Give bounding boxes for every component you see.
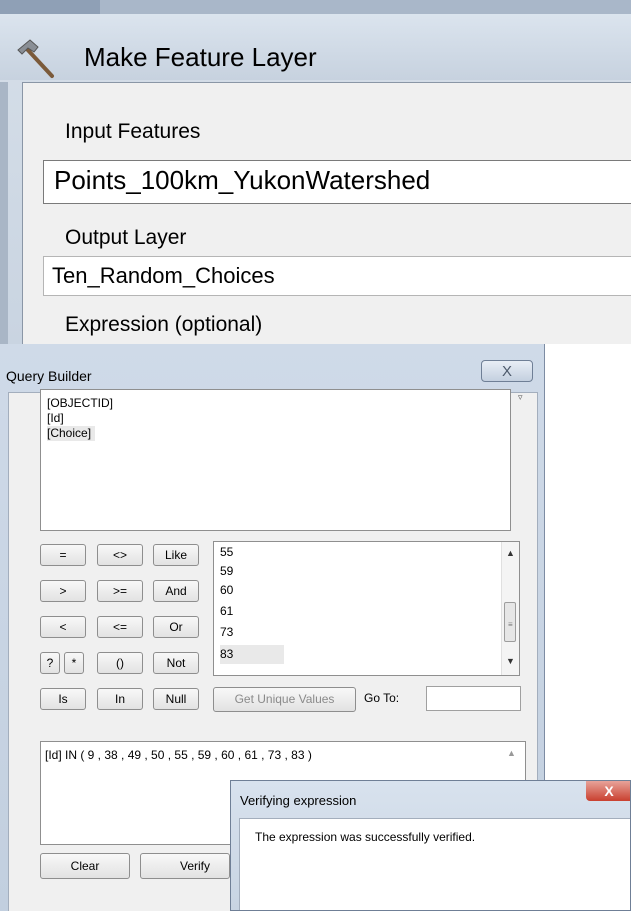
close-button[interactable]: X — [586, 781, 630, 801]
greater-equal-button[interactable]: >= — [97, 580, 143, 602]
field-item-selected[interactable]: [Choice] — [47, 426, 96, 441]
scroll-up-icon[interactable]: ▲ — [507, 748, 516, 758]
input-features-field[interactable]: Points_100km_YukonWatershed — [43, 160, 631, 204]
dialog-title: Query Builder — [6, 368, 92, 384]
question-mark-button[interactable]: ? — [40, 652, 60, 674]
is-button[interactable]: Is — [40, 688, 86, 710]
scroll-arrow-icon[interactable]: ▿ — [518, 392, 523, 403]
input-features-label: Input Features — [65, 120, 201, 143]
go-to-label: Go To: — [364, 691, 400, 705]
unique-values-list[interactable]: 55 59 60 61 73 83 ▲ ≡ ▼ — [213, 541, 520, 676]
scroll-thumb[interactable]: ≡ — [504, 602, 516, 642]
clear-button[interactable]: Clear — [40, 853, 130, 879]
verifying-expression-dialog: Verifying expression X The expression wa… — [230, 780, 631, 911]
field-list[interactable]: [OBJECTID] [Id] [Choice] — [40, 389, 511, 531]
field-item[interactable]: [OBJECTID] — [47, 396, 504, 411]
window-title: Make Feature Layer — [84, 42, 317, 72]
like-button[interactable]: Like — [153, 544, 199, 566]
value-item[interactable]: 60 — [220, 581, 233, 600]
output-layer-field[interactable]: Ten_Random_Choices — [43, 256, 631, 296]
verification-message: The expression was successfully verified… — [255, 830, 476, 844]
not-equals-button[interactable]: <> — [97, 544, 143, 566]
value-item-selected[interactable]: 83 — [220, 645, 284, 664]
or-button[interactable]: Or — [153, 616, 199, 638]
verify-button[interactable]: Verify — [140, 853, 230, 879]
scroll-down-icon[interactable]: ▼ — [506, 656, 515, 666]
window-left-edge — [0, 82, 8, 344]
field-item[interactable]: [Id] — [47, 411, 504, 426]
scroll-up-icon[interactable]: ▲ — [506, 548, 515, 558]
value-item[interactable]: 73 — [220, 623, 233, 642]
get-unique-values-button[interactable]: Get Unique Values — [213, 687, 356, 712]
values-scrollbar[interactable]: ▲ ≡ ▼ — [501, 542, 519, 675]
expression-label: Expression (optional) — [65, 313, 263, 336]
not-button[interactable]: Not — [153, 652, 199, 674]
dialog-title: Verifying expression — [240, 793, 357, 808]
close-button[interactable]: X — [481, 360, 533, 382]
equals-button[interactable]: = — [40, 544, 86, 566]
value-item[interactable]: 55 — [220, 543, 233, 562]
and-button[interactable]: And — [153, 580, 199, 602]
make-feature-layer-window: Make Feature Layer Input Features Points… — [0, 0, 631, 344]
value-item[interactable]: 61 — [220, 602, 233, 621]
asterisk-button[interactable]: * — [64, 652, 84, 674]
go-to-input[interactable] — [426, 686, 521, 711]
less-than-button[interactable]: < — [40, 616, 86, 638]
make-feature-layer-titlebar: Make Feature Layer — [0, 14, 631, 80]
value-item[interactable]: 59 — [220, 562, 233, 581]
output-layer-label: Output Layer — [65, 226, 187, 249]
greater-than-button[interactable]: > — [40, 580, 86, 602]
null-button[interactable]: Null — [153, 688, 199, 710]
parentheses-button[interactable]: () — [97, 652, 143, 674]
in-button[interactable]: In — [97, 688, 143, 710]
background-window-strip — [0, 0, 631, 14]
less-equal-button[interactable]: <= — [97, 616, 143, 638]
hammer-icon — [17, 39, 54, 78]
